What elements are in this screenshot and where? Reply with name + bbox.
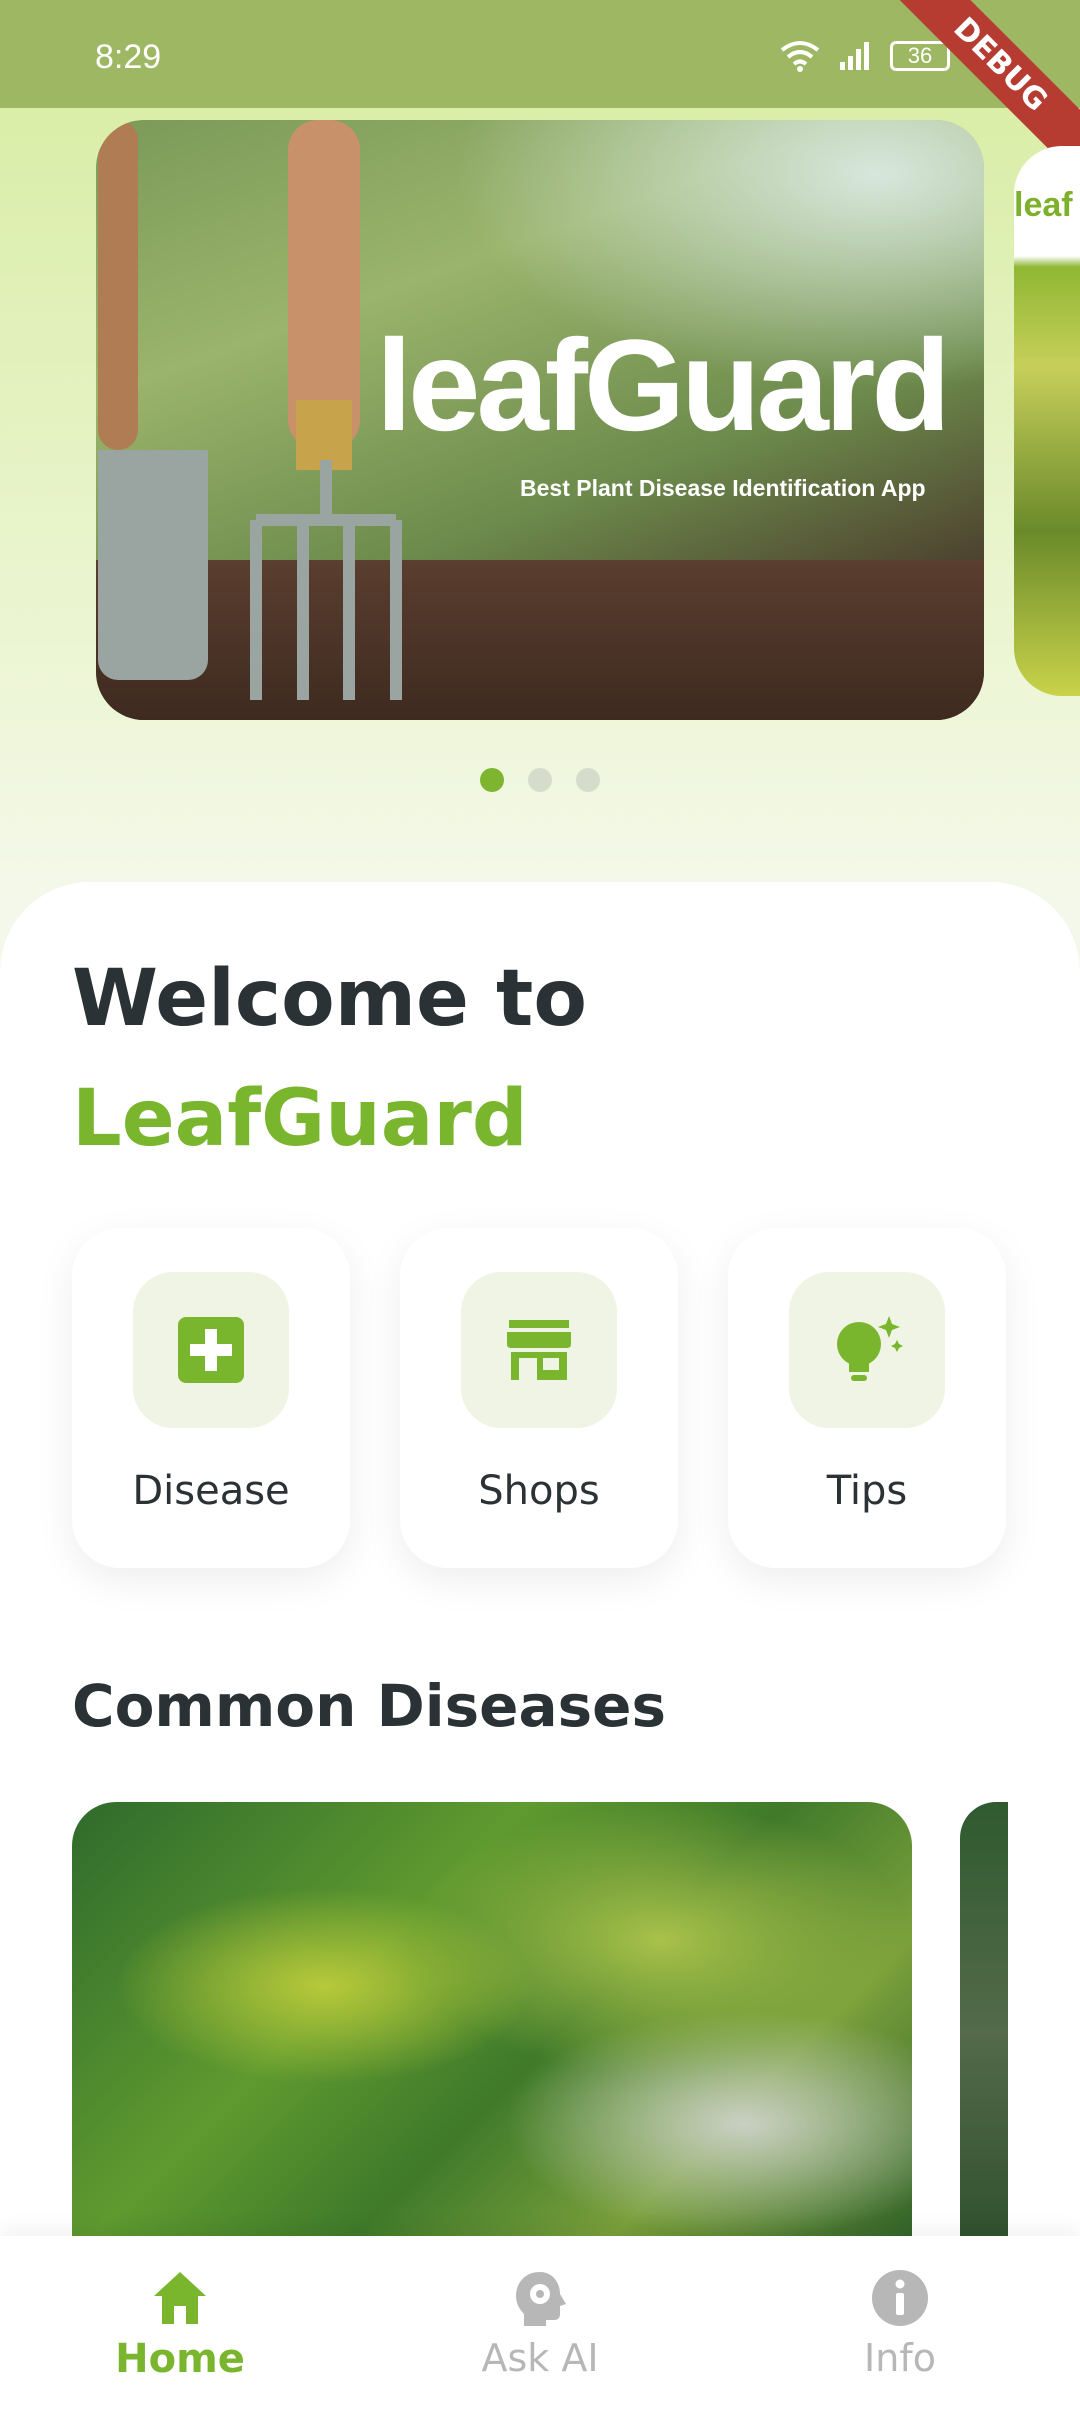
disease-label: Disease bbox=[132, 1468, 290, 1514]
carousel-dot-3[interactable] bbox=[576, 768, 600, 792]
brand-logo: leafGuard bbox=[376, 312, 951, 458]
common-diseases-title: Common Diseases bbox=[72, 1672, 667, 1740]
status-time: 8:29 bbox=[95, 38, 162, 76]
home-icon bbox=[154, 2272, 206, 2324]
medical-plus-icon bbox=[178, 1317, 244, 1383]
app-name-heading: LeafGuard bbox=[72, 1074, 528, 1164]
bottom-navigation: Home Ask AI Info bbox=[0, 2236, 1080, 2412]
trowel-blade bbox=[98, 450, 208, 680]
carousel-slide[interactable]: leafGuard Best Plant Disease Identificat… bbox=[96, 120, 984, 720]
info-icon bbox=[872, 2270, 928, 2326]
next-slide-logo: leaf bbox=[1014, 186, 1073, 224]
welcome-heading: Welcome to bbox=[72, 954, 587, 1044]
fork-tines bbox=[250, 460, 402, 700]
nav-ask-ai-label: Ask AI bbox=[481, 2336, 599, 2380]
battery-indicator: 36 bbox=[890, 41, 950, 71]
carousel-dot-1[interactable] bbox=[480, 768, 504, 792]
tips-card-button[interactable]: Tips bbox=[728, 1228, 1006, 1568]
trowel-handle bbox=[98, 120, 138, 450]
status-bar: 8:29 36 DEBUG bbox=[0, 0, 1080, 189]
carousel-dots bbox=[0, 768, 1080, 792]
nav-home[interactable]: Home bbox=[50, 2236, 310, 2412]
disease-item-card[interactable] bbox=[72, 1802, 912, 2262]
signal-icon bbox=[840, 42, 869, 70]
ai-head-icon bbox=[516, 2272, 566, 2326]
nav-info-label: Info bbox=[864, 2336, 936, 2380]
brand-tagline: Best Plant Disease Identification App bbox=[520, 475, 926, 501]
lightbulb-icon bbox=[837, 1316, 903, 1381]
wifi-icon bbox=[780, 41, 820, 72]
carousel-dot-2[interactable] bbox=[528, 768, 552, 792]
nav-home-label: Home bbox=[115, 2336, 245, 2382]
nav-info[interactable]: Info bbox=[770, 2236, 1030, 2412]
shops-card-button[interactable]: Shops bbox=[400, 1228, 678, 1568]
store-icon bbox=[507, 1320, 571, 1380]
nav-ask-ai[interactable]: Ask AI bbox=[410, 2236, 670, 2412]
tips-icon-box bbox=[789, 1272, 945, 1428]
disease-item-card-next[interactable] bbox=[960, 1802, 1008, 2262]
shops-icon-box bbox=[461, 1272, 617, 1428]
shops-label: Shops bbox=[478, 1468, 600, 1514]
disease-card-button[interactable]: Disease bbox=[72, 1228, 350, 1568]
carousel-next-slide[interactable]: leaf bbox=[1014, 146, 1080, 696]
slide-soil bbox=[96, 560, 984, 720]
disease-icon-box bbox=[133, 1272, 289, 1428]
tips-label: Tips bbox=[826, 1468, 908, 1514]
